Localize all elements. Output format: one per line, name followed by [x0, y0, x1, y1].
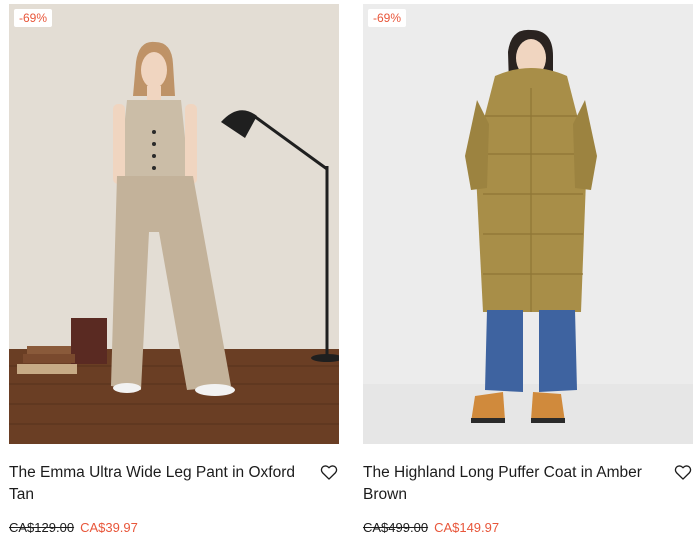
discount-badge: -69% — [368, 9, 407, 27]
heart-icon[interactable] — [319, 462, 339, 482]
product-title[interactable]: The Highland Long Puffer Coat in Amber B… — [363, 462, 653, 506]
discount-badge: -69% — [14, 9, 53, 27]
original-price: CA$129.00 — [9, 520, 75, 535]
product-title[interactable]: The Emma Ultra Wide Leg Pant in Oxford T… — [9, 462, 299, 506]
model-photo-puffer-coat — [363, 4, 693, 444]
price-row: CA$129.00 CA$39.97 — [9, 520, 339, 535]
model-photo-tan-pants — [9, 4, 339, 444]
product-image[interactable]: -69% — [9, 4, 339, 444]
original-price: CA$499.00 — [363, 520, 429, 535]
heart-icon[interactable] — [673, 462, 693, 482]
product-image[interactable]: -69% — [363, 4, 693, 444]
price-row: CA$499.00 CA$149.97 — [363, 520, 693, 535]
sale-price: CA$39.97 — [80, 520, 138, 535]
product-card[interactable]: -69% The Highland Long Puffer Coat in Am… — [363, 4, 693, 535]
sale-price: CA$149.97 — [434, 520, 500, 535]
product-info: The Highland Long Puffer Coat in Amber B… — [363, 462, 693, 535]
product-card[interactable]: -69% The Emma Ultra Wide Leg Pant in Oxf… — [9, 4, 339, 535]
product-info: The Emma Ultra Wide Leg Pant in Oxford T… — [9, 462, 339, 535]
